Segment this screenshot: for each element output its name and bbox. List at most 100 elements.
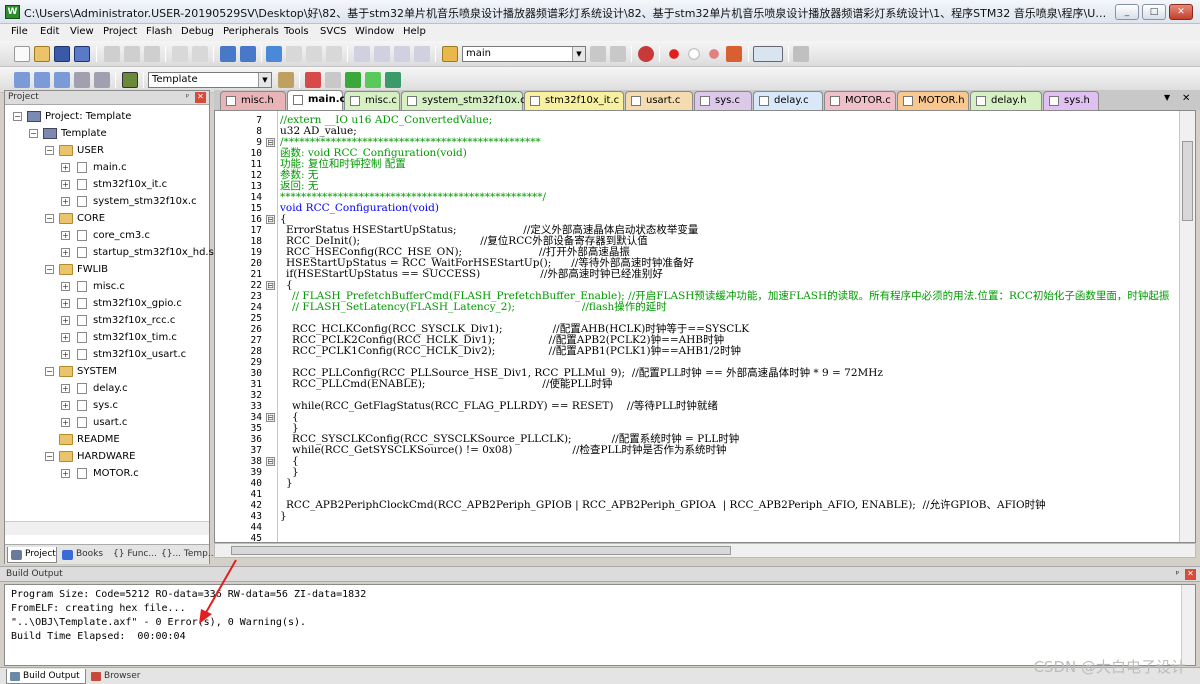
unindent-icon[interactable]	[374, 46, 390, 62]
file-tab[interactable]: sys.c	[694, 91, 752, 110]
menu-tools[interactable]: Tools	[284, 26, 309, 37]
expand-icon[interactable]: +	[61, 282, 70, 291]
close-tab-icon[interactable]: ✕	[1182, 93, 1190, 104]
build-output-pane[interactable]: Program Size: Code=5212 RO-data=336 RW-d…	[4, 584, 1196, 666]
new-file-icon[interactable]	[14, 46, 30, 62]
expand-icon[interactable]: +	[61, 163, 70, 172]
incremental-find-icon[interactable]	[610, 46, 626, 62]
file-tab[interactable]: system_stm32f10x.c	[401, 91, 526, 110]
bookmark-icon[interactable]	[266, 46, 282, 62]
menu-edit[interactable]: Edit	[40, 26, 59, 37]
menu-svcs[interactable]: SVCS	[320, 26, 347, 37]
configure-icon[interactable]	[793, 46, 809, 62]
insert-breakpoint-icon[interactable]	[666, 46, 682, 62]
save-icon[interactable]	[54, 46, 70, 62]
menu-file[interactable]: File	[11, 26, 28, 37]
file-tab[interactable]: MOTOR.h	[897, 91, 969, 110]
project-horizontal-scrollbar[interactable]	[5, 521, 209, 535]
find-combo[interactable]: main ▼	[462, 46, 586, 62]
menu-flash[interactable]: Flash	[146, 26, 172, 37]
undo-icon[interactable]	[172, 46, 188, 62]
collapse-icon[interactable]: −	[45, 367, 54, 376]
tab-templates[interactable]: {}... Temp...	[157, 547, 216, 563]
file-tab[interactable]: delay.h	[970, 91, 1042, 110]
download-icon[interactable]	[122, 72, 138, 88]
pin-icon[interactable]: ᵖ	[1172, 569, 1183, 580]
expand-icon[interactable]: +	[61, 316, 70, 325]
disable-breakpoint-icon[interactable]	[686, 46, 702, 62]
file-tab[interactable]: misc.c	[344, 91, 400, 110]
uncomment-icon[interactable]	[414, 46, 430, 62]
indent-icon[interactable]	[354, 46, 370, 62]
expand-icon[interactable]: +	[61, 248, 70, 257]
debug-session-icon[interactable]	[638, 46, 654, 62]
build-icon[interactable]	[34, 72, 50, 88]
find-in-files-icon[interactable]	[442, 46, 458, 62]
pin-icon[interactable]: ᵖ	[182, 92, 193, 103]
file-tab[interactable]: stm32f10x_it.c	[524, 91, 624, 110]
collapse-icon[interactable]: −	[45, 214, 54, 223]
menu-peripherals[interactable]: Peripherals	[223, 26, 279, 37]
select-packs-icon[interactable]	[325, 72, 341, 88]
translate-icon[interactable]	[14, 72, 30, 88]
build-vertical-scrollbar[interactable]	[1181, 585, 1195, 665]
chevron-down-icon[interactable]: ▼	[572, 47, 585, 61]
code-area[interactable]: //extern __IO u16 ADC_ConvertedValue; u32…	[278, 111, 1179, 542]
stop-build-icon[interactable]	[94, 72, 110, 88]
editor-vertical-scrollbar[interactable]	[1179, 111, 1195, 542]
maximize-button[interactable]: □	[1142, 4, 1166, 20]
scroll-thumb[interactable]	[1182, 141, 1193, 221]
expand-icon[interactable]: +	[61, 231, 70, 240]
redo-icon[interactable]	[192, 46, 208, 62]
menu-project[interactable]: Project	[103, 26, 137, 37]
paste-icon[interactable]	[144, 46, 160, 62]
save-all-icon[interactable]	[74, 46, 90, 62]
target-options-icon[interactable]	[278, 72, 294, 88]
navigate-forward-icon[interactable]	[240, 46, 256, 62]
clear-bookmarks-icon[interactable]	[326, 46, 342, 62]
expand-icon[interactable]: +	[61, 333, 70, 342]
fold-toggle-icon[interactable]: ⊟	[266, 281, 275, 290]
tab-list-icon[interactable]: ▼	[1164, 93, 1170, 102]
window-layout-icon[interactable]	[753, 46, 783, 62]
tab-project[interactable]: Project	[7, 547, 57, 563]
find-icon[interactable]	[590, 46, 606, 62]
scroll-thumb[interactable]	[231, 546, 731, 555]
close-icon[interactable]: ✕	[1185, 569, 1196, 580]
kill-breakpoints-icon[interactable]	[706, 46, 722, 62]
pack-installer-icon[interactable]	[385, 72, 401, 88]
minimize-button[interactable]: _	[1115, 4, 1139, 20]
chevron-down-icon[interactable]: ▼	[258, 73, 271, 87]
tab-build-output[interactable]: Build Output	[6, 669, 86, 684]
expand-icon[interactable]: +	[61, 350, 70, 359]
close-button[interactable]: ✕	[1169, 4, 1193, 20]
tab-browser[interactable]: Browser	[88, 669, 146, 684]
file-tab[interactable]: MOTOR.c	[824, 91, 896, 110]
fold-toggle-icon[interactable]: ⊟	[266, 413, 275, 422]
rebuild-icon[interactable]	[54, 72, 70, 88]
menu-view[interactable]: View	[70, 26, 94, 37]
copy-icon[interactable]	[124, 46, 140, 62]
code-editor[interactable]: 7 8 9 ⊟ 10 11 12 13 14 15 16 ⊟ 17 18 19 20 21 22 ⊟ 23 24 25 26…	[214, 110, 1196, 543]
manage-project-items-icon[interactable]	[305, 72, 321, 88]
collapse-icon[interactable]: −	[29, 129, 38, 138]
comment-icon[interactable]	[394, 46, 410, 62]
collapse-icon[interactable]: −	[45, 265, 54, 274]
collapse-icon[interactable]: −	[13, 112, 22, 121]
tab-functions[interactable]: {} Func...	[109, 547, 157, 563]
target-combo[interactable]: Template ▼	[148, 72, 272, 88]
file-tab[interactable]: sys.h	[1043, 91, 1099, 110]
file-tab[interactable]: usart.c	[625, 91, 693, 110]
expand-icon[interactable]: +	[61, 180, 70, 189]
file-tab[interactable]: misc.h	[220, 91, 286, 110]
kill-all-breakpoints-icon[interactable]	[726, 46, 742, 62]
menu-debug[interactable]: Debug	[181, 26, 214, 37]
expand-icon[interactable]: +	[61, 299, 70, 308]
menu-help[interactable]: Help	[403, 26, 426, 37]
navigate-back-icon[interactable]	[220, 46, 236, 62]
expand-icon[interactable]: +	[61, 401, 70, 410]
file-tab[interactable]: delay.c	[753, 91, 823, 110]
batch-build-icon[interactable]	[74, 72, 90, 88]
menu-window[interactable]: Window	[355, 26, 394, 37]
expand-icon[interactable]: +	[61, 418, 70, 427]
